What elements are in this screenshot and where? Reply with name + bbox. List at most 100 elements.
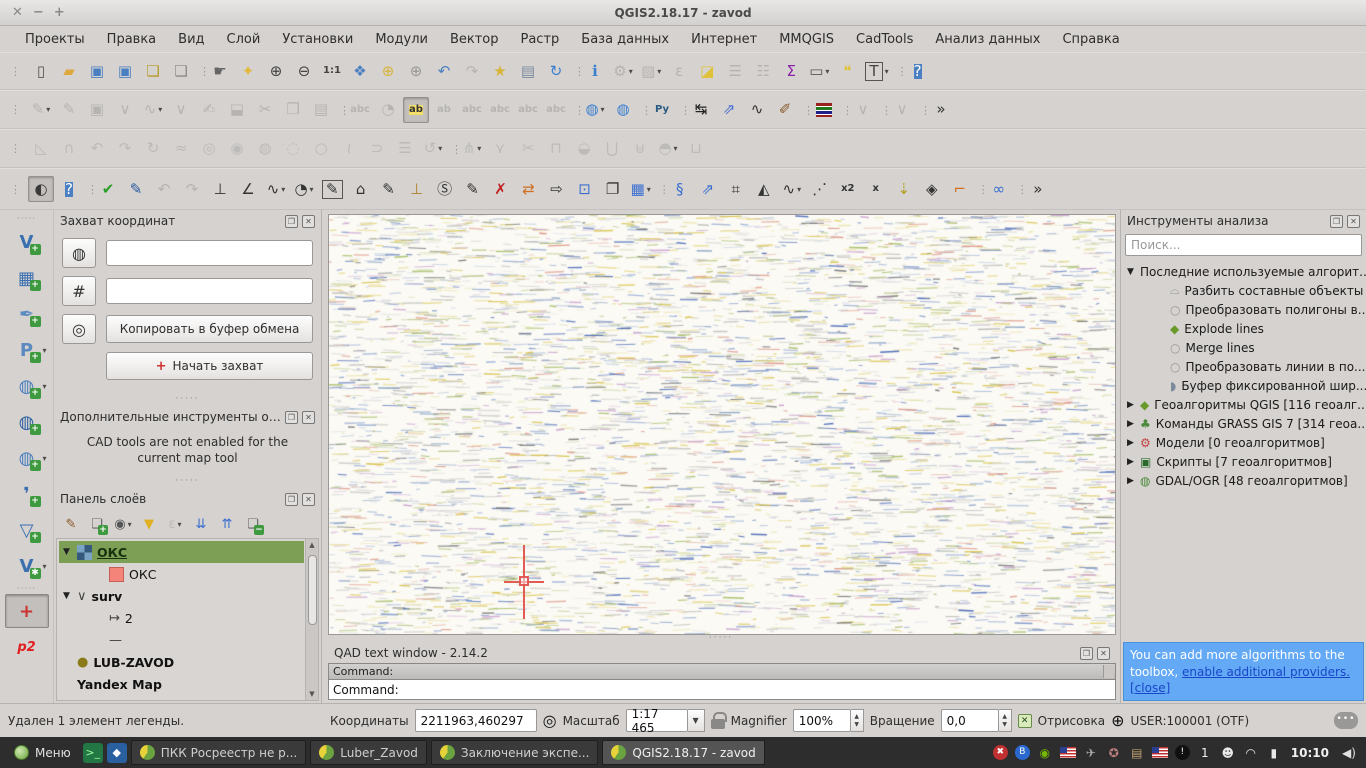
volume-icon[interactable]: ◀) [1338, 746, 1360, 760]
shield-icon[interactable]: ✖ [993, 745, 1008, 760]
alg-fixed-buffer[interactable]: ◗ Буфер фиксированной шир... [1127, 376, 1366, 395]
cad-delete-button[interactable]: ✗ [488, 176, 514, 202]
add-wms-layer-button[interactable]: ◍ ▾ + [5, 369, 49, 403]
add-raster-layer-button[interactable]: ▦ + [5, 261, 49, 295]
app-quick-icon[interactable]: ◆ [107, 743, 127, 763]
close-panel-icon[interactable]: ✕ [1347, 215, 1360, 228]
new-memory-layer-button[interactable]: ▽ + [5, 513, 49, 547]
qad-scrollbar[interactable] [1103, 665, 1114, 678]
cad-curve-button[interactable]: ∿ ▾ [263, 176, 289, 202]
battery-icon[interactable]: ▮ [1266, 746, 1282, 760]
field-calculator-button[interactable]: ☷ [750, 58, 776, 84]
remove-layer-button[interactable]: ❏ − [241, 512, 265, 536]
terminal-quick-icon[interactable]: >_ [83, 743, 103, 763]
cut-features-button[interactable]: ✂ [252, 97, 278, 123]
delete-part-button[interactable]: ○ [308, 136, 334, 162]
select-features-button[interactable]: ▧ ▾ [638, 58, 664, 84]
cad-redo-button[interactable]: ↷ [179, 176, 205, 202]
layer-row-oks[interactable]: ▼ ОКС [59, 541, 304, 563]
menu-view[interactable]: Вид [167, 29, 215, 50]
chevron-down-icon[interactable]: ▼ [688, 709, 705, 732]
notify-icon[interactable]: ! [1175, 745, 1190, 760]
float-panel-icon[interactable]: ❐ [1080, 647, 1093, 660]
menu-edit[interactable]: Правка [96, 29, 167, 50]
scroll-down-icon[interactable]: ▼ [309, 688, 314, 700]
label-pin-button[interactable]: ab [431, 97, 457, 123]
alg-group-qgis[interactable]: ▶ ◆ Геоалгоритмы QGIS [116 геоалг... [1127, 395, 1366, 414]
flag-icon[interactable] [1060, 747, 1076, 758]
menu-layer[interactable]: Слой [216, 29, 272, 50]
add-delimited-text-button[interactable]: ✒ + [5, 297, 49, 331]
attribute-table-button[interactable]: ☰ [722, 58, 748, 84]
close-panel-icon[interactable]: ✕ [302, 411, 315, 424]
node-tool-button[interactable]: ✍ [196, 97, 222, 123]
expander-icon[interactable]: ▶ [1127, 419, 1140, 429]
cad-perpendicular-line-button[interactable]: ⊥ [207, 176, 233, 202]
undo-button[interactable]: ↶ [84, 136, 110, 162]
add-ring-button[interactable]: ◎ [196, 136, 222, 162]
save-project-button[interactable]: ▣ [84, 58, 110, 84]
layer-row-lub-zavod[interactable]: ● LUB-ZAVOD [59, 651, 304, 673]
flag2-icon[interactable] [1152, 747, 1168, 758]
cad-link-button[interactable]: ∞ [986, 176, 1012, 202]
stitch-features-button[interactable]: ⊓ [543, 136, 569, 162]
cad-edit-polygon-button[interactable]: ✎ [376, 176, 402, 202]
alg-group-recent[interactable]: ▼ Последние используемые алгорит... [1127, 262, 1366, 281]
float-panel-icon[interactable]: ❐ [285, 411, 298, 424]
cad-x-button[interactable]: x [863, 176, 889, 202]
zoom-last-button[interactable]: ↶ [431, 58, 457, 84]
map-canvas-area[interactable] [328, 214, 1116, 635]
scale-combo[interactable]: 1:17 465 ▼ [626, 709, 705, 732]
alg-group-grass[interactable]: ▶ ♣ Команды GRASS GIS 7 [314 геоа... [1127, 414, 1366, 433]
cad-edit-button[interactable]: ✎ [123, 176, 149, 202]
cad-csv-button[interactable]: ∨ [889, 97, 915, 123]
cad-ss-button[interactable]: § [667, 176, 693, 202]
identify-button[interactable]: ℹ [582, 58, 608, 84]
add-group-button[interactable]: ❏ + [85, 512, 109, 536]
change-label-button[interactable]: abc [543, 97, 569, 123]
redo-button[interactable]: ↷ [112, 136, 138, 162]
expander-icon[interactable]: ▶ [1127, 400, 1140, 410]
zoom-in-button[interactable]: ⊕ [263, 58, 289, 84]
snapping-options-button[interactable]: ∩ [56, 136, 82, 162]
coordinate-geo-input[interactable] [106, 240, 313, 266]
layer-labeling-button[interactable]: ab [403, 97, 429, 123]
zoom-native-button[interactable]: 1:1 [319, 58, 345, 84]
cad-label-button[interactable]: ✎ [460, 176, 486, 202]
copy-to-clipboard-button[interactable]: Копировать в буфер обмена [106, 315, 313, 343]
add-postgis-layer-button[interactable]: P ▾ + [5, 333, 49, 367]
new-project-button[interactable]: ▯ [28, 58, 54, 84]
float-panel-icon[interactable]: ❐ [1330, 215, 1343, 228]
menu-processing[interactable]: Анализ данных [924, 29, 1051, 50]
capture-grid-button[interactable]: # [62, 276, 96, 306]
rotate-point-symbols-button[interactable]: ↺ ▾ [420, 136, 446, 162]
expander-icon[interactable]: ▼ [1127, 267, 1140, 277]
new-bookmark-button[interactable]: ★ [487, 58, 513, 84]
metasearch-add-button[interactable]: ◍ ▾ [582, 97, 608, 123]
cad-snap-point-button[interactable]: ⇣ [891, 176, 917, 202]
cad-dots-button[interactable]: ⋰ [807, 176, 833, 202]
count-label[interactable]: 1 [1197, 746, 1213, 760]
cut-hole-button[interactable]: ✂ [515, 136, 541, 162]
cad-stamp-button[interactable]: ⊥ [404, 176, 430, 202]
menu-projects[interactable]: Проекты [14, 29, 96, 50]
map-tips-button[interactable]: ❝ [834, 58, 860, 84]
zoom-to-selection-button[interactable]: ⊕ [375, 58, 401, 84]
capture-mouse-button[interactable]: ◎ [62, 314, 96, 344]
plane-icon[interactable]: ✈ [1083, 746, 1099, 760]
coordinate-capture-toggle[interactable]: + [5, 594, 49, 628]
cad-legend-button[interactable]: ▤ [811, 97, 837, 123]
menu-settings[interactable]: Установки [271, 29, 364, 50]
dock-splitter-handle[interactable]: ····· [54, 476, 321, 488]
copy-features-button[interactable]: ❐ [280, 97, 306, 123]
pan-to-selection-button[interactable]: ✦ [235, 58, 261, 84]
move-label-button[interactable]: abc [487, 97, 513, 123]
offset-curve-button[interactable]: ⊃ [364, 136, 390, 162]
cad-undo-button[interactable]: ↶ [151, 176, 177, 202]
text-annotation-button[interactable]: T ▾ [862, 58, 891, 84]
cad-pentagon-button[interactable]: ⌂ [348, 176, 374, 202]
cad-construction-button[interactable]: ◺ [28, 136, 54, 162]
task-luber-zavod[interactable]: Luber_Zavod [310, 740, 427, 765]
fill-ring-button[interactable]: ◍ [252, 136, 278, 162]
cad-x2-button[interactable]: x2 [835, 176, 861, 202]
